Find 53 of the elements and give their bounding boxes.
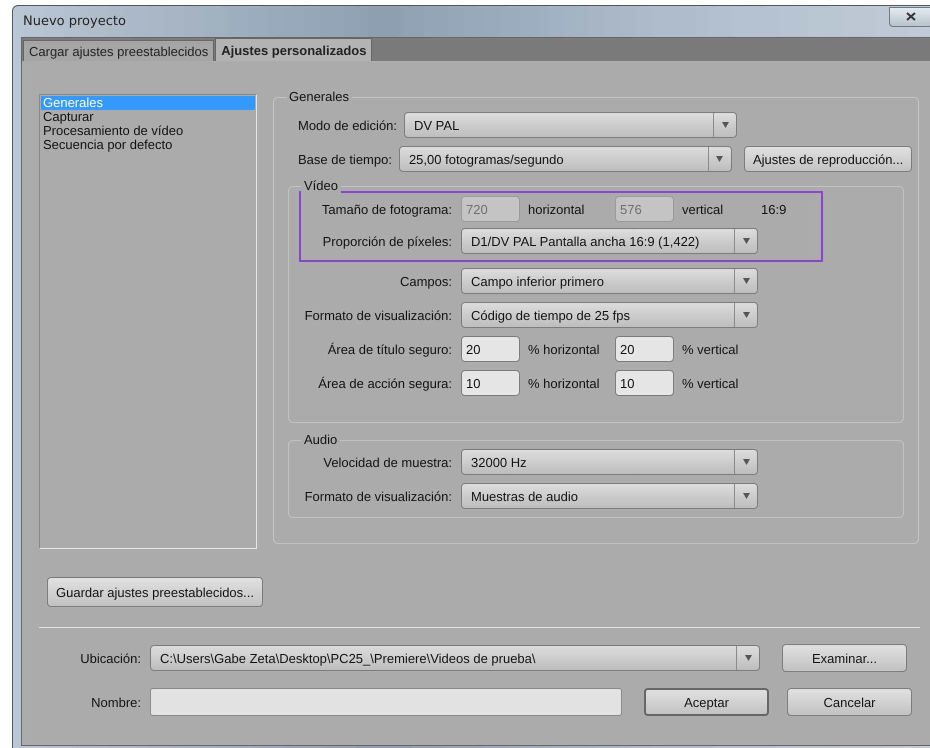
caret-icon	[742, 312, 750, 318]
caret-icon	[742, 238, 750, 244]
unit-label: % vertical	[682, 342, 740, 356]
field-label: Ubicación:	[79, 650, 142, 666]
dropdown[interactable]: 32000 Hz	[461, 449, 758, 475]
dialog-button[interactable]: Aceptar	[644, 688, 769, 716]
tab[interactable]: Cargar ajustes preestablecidos	[23, 40, 214, 61]
field-label: Campos:	[398, 274, 453, 288]
field-label: Base de tiempo:	[298, 152, 392, 166]
list-item[interactable]: Procesamiento de vídeo	[41, 124, 255, 138]
input-field[interactable]: 20	[615, 336, 674, 362]
caret-icon	[742, 459, 750, 465]
field-label: Formato de visualización:	[304, 488, 453, 504]
unit-label: horizontal	[528, 202, 586, 216]
dropdown[interactable]: DV PAL	[404, 112, 738, 138]
playback-settings-button[interactable]: Ajustes de reproducción...	[744, 146, 912, 172]
section-title: Vídeo	[301, 178, 341, 194]
close-icon	[906, 12, 916, 21]
field-label: Área de acción segura:	[317, 376, 453, 390]
tab[interactable]: Ajustes personalizados	[215, 38, 372, 61]
dropdown[interactable]: Código de tiempo de 25 fps	[461, 302, 758, 328]
field-label: Velocidad de muestra:	[322, 454, 453, 470]
save-presets-button[interactable]: Guardar ajustes preestablecidos...	[47, 577, 263, 607]
unit-label: % horizontal	[528, 342, 601, 356]
caret-icon	[744, 655, 752, 661]
caret-icon	[742, 493, 750, 499]
close-button[interactable]	[889, 6, 930, 26]
window-title: Nuevo proyecto	[22, 14, 126, 29]
field-label: Proporción de píxeles:	[322, 234, 453, 248]
caret-icon	[742, 278, 750, 284]
caret-icon	[716, 156, 724, 162]
input-field[interactable]: 10	[615, 370, 674, 396]
input-field[interactable]	[150, 688, 622, 716]
input-field[interactable]: 20	[461, 336, 520, 362]
dropdown[interactable]: Campo inferior primero	[461, 268, 758, 294]
field-label: Tamaño de fotograma:	[320, 202, 453, 216]
field-label: Nombre:	[90, 694, 142, 710]
browse-button[interactable]: Examinar...	[782, 644, 907, 672]
dropdown[interactable]: Muestras de audio	[461, 483, 758, 509]
location-dropdown[interactable]: C:\Users\Gabe Zeta\Desktop\PC25_\Premiere\Videos de prueba\	[150, 645, 760, 671]
list-item[interactable]: Secuencia por defecto	[41, 138, 255, 152]
field-label: Formato de visualización:	[304, 308, 453, 322]
caret-icon	[722, 122, 729, 128]
input-field[interactable]: 10	[461, 370, 520, 396]
field-label: Modo de edición:	[298, 118, 398, 132]
dropdown[interactable]: D1/DV PAL Pantalla ancha 16:9 (1,422)	[461, 228, 758, 254]
unit-label: % vertical	[682, 376, 740, 390]
dialog-button[interactable]: Cancelar	[787, 688, 912, 716]
aspect-label: 16:9	[761, 202, 786, 216]
list-item[interactable]: Capturar	[41, 110, 255, 124]
field-label: Área de título seguro:	[326, 342, 453, 356]
unit-label: % horizontal	[528, 376, 601, 390]
dropdown[interactable]: 25,00 fotogramas/segundo	[398, 146, 732, 172]
